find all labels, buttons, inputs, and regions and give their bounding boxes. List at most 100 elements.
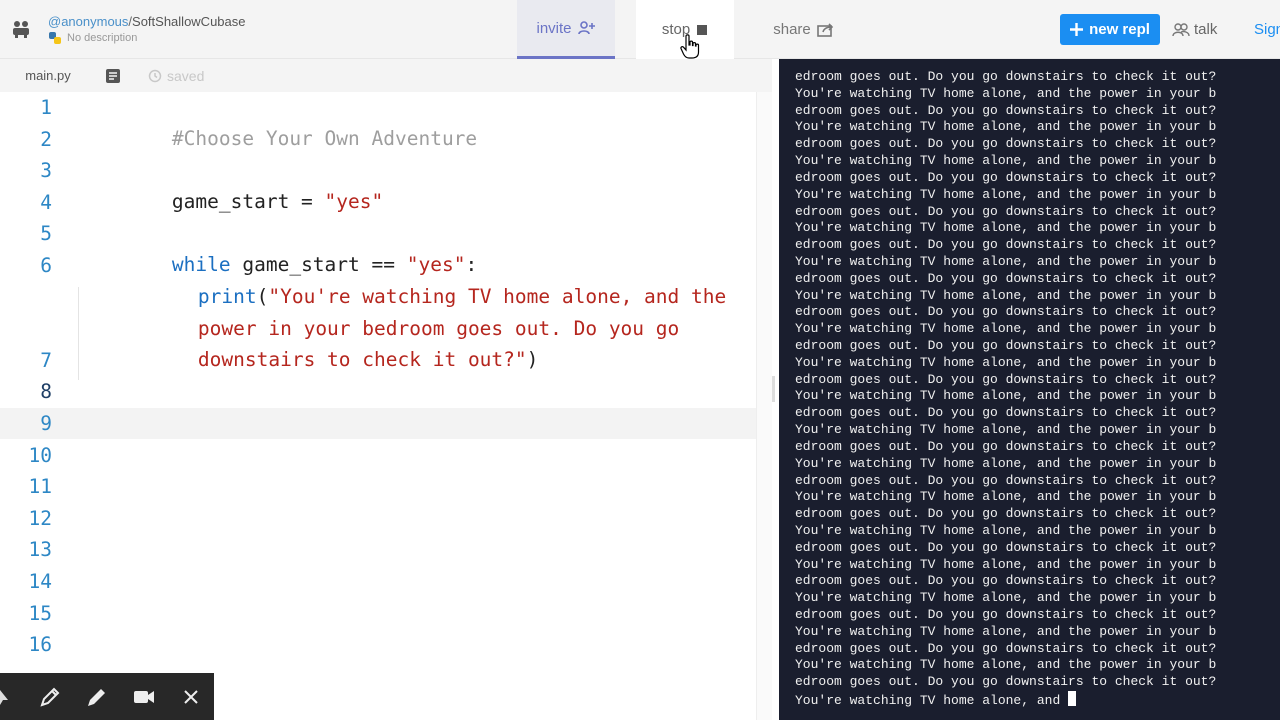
console-line: edroom goes out. Do you go downstairs to…: [795, 674, 1217, 690]
description-text: No description: [67, 32, 138, 44]
console-line: You're watching TV home alone, and the p…: [795, 590, 1217, 606]
console-line: edroom goes out. Do you go downstairs to…: [795, 438, 1217, 454]
pane-resize-handle[interactable]: [772, 376, 775, 402]
talk-label: talk: [1194, 21, 1218, 38]
pointer-tool[interactable]: [0, 673, 26, 720]
marker-icon: [87, 688, 105, 706]
new-repl-button[interactable]: new repl: [1060, 14, 1160, 45]
console-line: edroom goes out. Do you go downstairs to…: [795, 237, 1217, 253]
hand-cursor-icon: [680, 34, 700, 59]
line-number: 7: [40, 348, 52, 372]
invite-label: invite: [536, 19, 572, 37]
share-button[interactable]: share: [755, 0, 853, 59]
add-user-icon: [577, 21, 595, 35]
code-token: game_start =: [171, 190, 325, 214]
code-area[interactable]: 1 2 3 4 5 6 7 8 9 10 11 12 13 14 15 16 #…: [0, 92, 756, 720]
console-line: edroom goes out. Do you go downstairs to…: [795, 472, 1217, 488]
console-line: You're watching TV home alone, and the p…: [795, 422, 1217, 438]
comment-token: #Choose Your Own Adventure: [171, 127, 478, 150]
repl-description[interactable]: No description: [48, 32, 137, 44]
top-header: @anonymous/SoftShallowCubase No descript…: [0, 0, 1280, 59]
people-icon: [1172, 22, 1190, 36]
active-line-highlight: [0, 408, 756, 439]
console-line: You're watching TV home alone, and the p…: [795, 623, 1217, 639]
console-line: You're watching TV home alone, and the p…: [795, 85, 1217, 101]
repl-logo-icon[interactable]: [10, 18, 32, 40]
camera-tool[interactable]: [120, 673, 167, 720]
console-line: You're watching TV home alone, and the p…: [795, 119, 1217, 135]
console-line: edroom goes out. Do you go downstairs to…: [795, 136, 1217, 152]
console-line: edroom goes out. Do you go downstairs to…: [795, 539, 1217, 555]
console-line-last: You're watching TV home alone, and: [795, 691, 1265, 710]
console-line: edroom goes out. Do you go downstairs to…: [795, 371, 1217, 387]
console-text: You're watching TV home alone, and: [795, 693, 1069, 709]
string-token: downstairs to check it out?": [197, 348, 527, 372]
line-number: 11: [28, 475, 52, 499]
code-line[interactable]: #Choose Your Own Adventure: [78, 92, 477, 150]
console-line: edroom goes out. Do you go downstairs to…: [795, 338, 1217, 353]
line-number: 15: [28, 601, 52, 625]
console-line: You're watching TV home alone, and the p…: [795, 253, 1217, 269]
console-line: edroom goes out. Do you go downstairs to…: [795, 270, 1217, 286]
file-tab-bar: main.py saved: [0, 59, 772, 92]
line-number: 9: [40, 412, 52, 435]
code-line[interactable]: print("You're watching TV home alone, an…: [104, 250, 726, 308]
console-line: You're watching TV home alone, and the p…: [795, 556, 1217, 572]
clock-icon: [148, 69, 162, 82]
console-line: edroom goes out. Do you go downstairs to…: [795, 405, 1217, 421]
share-icon: [816, 23, 833, 37]
console-line: edroom goes out. Do you go downstairs to…: [795, 69, 1217, 84]
invite-button[interactable]: invite: [517, 0, 615, 59]
console-line: You're watching TV home alone, and the p…: [795, 455, 1217, 471]
console-line: edroom goes out. Do you go downstairs to…: [795, 169, 1217, 185]
line-number: 16: [28, 633, 52, 657]
plus-icon: [1070, 23, 1084, 36]
tab-main-py[interactable]: main.py: [0, 59, 96, 92]
terminal-cursor: [1068, 691, 1077, 707]
owner-link[interactable]: @anonymous: [48, 14, 128, 29]
line-number: 2: [40, 127, 52, 151]
console-line: edroom goes out. Do you go downstairs to…: [795, 607, 1217, 622]
close-toolbar-button[interactable]: [167, 673, 214, 720]
marker-tool[interactable]: [73, 673, 120, 720]
code-editor-pane: main.py saved 1 2 3 4 5 6 7 8 9 10 11 12…: [0, 59, 772, 720]
line-number: 12: [28, 506, 52, 530]
signin-link[interactable]: Sign: [1254, 14, 1280, 45]
pointer-icon: [0, 689, 8, 705]
console-line: You're watching TV home alone, and the p…: [795, 287, 1217, 303]
console-line: edroom goes out. Do you go downstairs to…: [795, 102, 1217, 118]
console-line: You're watching TV home alone, and the p…: [795, 657, 1217, 673]
console-line: edroom goes out. Do you go downstairs to…: [795, 304, 1217, 320]
code-line[interactable]: while game_start == "yes":: [78, 218, 477, 276]
console-line: You're watching TV home alone, and the p…: [795, 388, 1217, 404]
line-number: 13: [28, 538, 52, 562]
string-token: "yes": [324, 190, 384, 214]
line-number: 5: [40, 222, 52, 246]
console-pane[interactable]: edroom goes out. Do you go downstairs to…: [779, 59, 1280, 720]
saved-label: saved: [167, 67, 205, 84]
close-icon: [183, 689, 198, 704]
console-line: edroom goes out. Do you go downstairs to…: [795, 640, 1217, 656]
console-line: edroom goes out. Do you go downstairs to…: [795, 573, 1217, 589]
code-line-wrap[interactable]: downstairs to check it out?"): [104, 313, 538, 371]
file-list-icon[interactable]: [104, 67, 122, 85]
console-line: edroom goes out. Do you go downstairs to…: [795, 506, 1217, 522]
editor-scrollbar[interactable]: [756, 92, 772, 720]
share-label: share: [773, 21, 811, 38]
new-repl-label: new repl: [1089, 21, 1150, 38]
line-number: 3: [40, 159, 52, 183]
repl-name[interactable]: SoftShallowCubase: [132, 14, 245, 29]
console-line: You're watching TV home alone, and the p…: [795, 220, 1217, 236]
pen-tool[interactable]: [26, 673, 73, 720]
code-line-wrap[interactable]: power in your bedroom goes out. Do you g…: [104, 282, 679, 340]
code-line[interactable]: game_start = "yes": [78, 155, 383, 213]
line-number: 4: [40, 190, 52, 214]
saved-status: saved: [148, 59, 204, 92]
repl-path: @anonymous/SoftShallowCubase: [48, 14, 246, 29]
python-icon: [49, 32, 61, 44]
talk-button[interactable]: talk: [1172, 14, 1217, 45]
pen-icon: [39, 687, 59, 707]
console-line: You're watching TV home alone, and the p…: [795, 186, 1217, 202]
console-line: You're watching TV home alone, and the p…: [795, 489, 1217, 505]
drawing-toolbar: [0, 673, 214, 720]
